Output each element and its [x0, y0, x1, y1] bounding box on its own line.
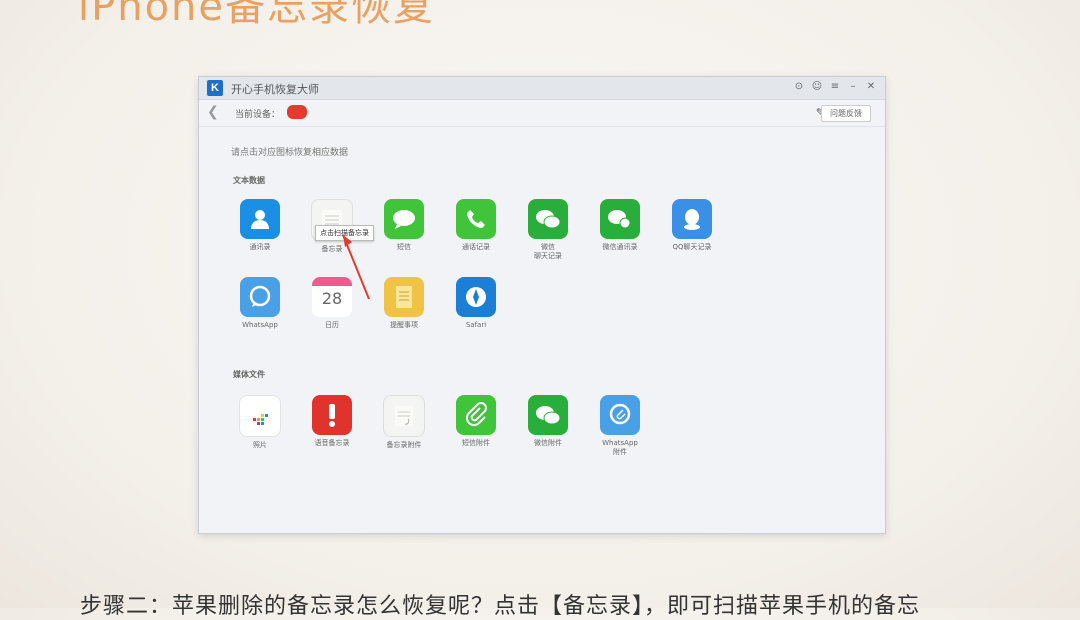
- app-label: QQ聊天记录: [672, 243, 712, 251]
- device-name-redacted: [287, 105, 307, 119]
- slide-caption: 步骤二：苹果删除的备忘录怎么恢复呢？点击【备忘录】，即可扫描苹果手机的备忘: [80, 594, 921, 619]
- skin-icon[interactable]: ⊙: [793, 81, 805, 92]
- app-whatsapp-attachment[interactable]: WhatsApp 附件: [587, 395, 653, 457]
- app-title: 开心手机恢复大师: [231, 83, 319, 96]
- app-whatsapp[interactable]: WhatsApp: [227, 277, 293, 330]
- attachment-icon: [456, 395, 496, 435]
- app-sms-attachment[interactable]: 短信附件: [443, 395, 509, 448]
- app-label: WhatsApp: [242, 321, 278, 329]
- phone-icon: [456, 199, 496, 239]
- app-label: 通话记录: [462, 243, 490, 251]
- app-label: 日历: [325, 321, 339, 329]
- app-label: 照片: [253, 441, 267, 449]
- feedback-button[interactable]: 问题反馈: [821, 105, 871, 122]
- notes-attachment-icon: [383, 395, 425, 437]
- safari-icon: [456, 277, 496, 317]
- section-media-files: 媒体文件: [233, 370, 265, 379]
- wechat-icon: [528, 199, 568, 239]
- app-label: 短信: [397, 243, 411, 251]
- red-arrow-annotation: [342, 234, 370, 300]
- whatsapp-attachment-icon: [600, 395, 640, 435]
- app-call-log[interactable]: 通话记录: [443, 199, 509, 252]
- title-bar: K 开心手机恢复大师 ⊙ ☺ ≡ – ✕: [199, 77, 885, 100]
- app-wechat-chat[interactable]: 微信 聊天记录: [515, 199, 581, 261]
- app-photos[interactable]: 照片: [227, 395, 293, 450]
- messages-icon: [384, 199, 424, 239]
- device-label: 当前设备：: [235, 110, 281, 120]
- app-safari[interactable]: Safari: [443, 277, 509, 330]
- app-label: 提醒事项: [390, 321, 418, 329]
- app-label: 短信附件: [462, 439, 490, 447]
- app-contacts[interactable]: 通讯录: [227, 199, 293, 252]
- wechat-contacts-icon: [600, 199, 640, 239]
- app-label: Safari: [465, 321, 487, 329]
- app-logo-icon: K: [207, 80, 223, 96]
- whatsapp-icon: [240, 277, 280, 317]
- close-icon[interactable]: ✕: [865, 81, 877, 92]
- app-label: 微信通讯录: [602, 243, 638, 251]
- app-wechat-contacts[interactable]: 微信通讯录: [587, 199, 653, 252]
- toolbar: ❮ 当前设备： ✎ 问题反馈: [199, 100, 885, 127]
- wechat-attachment-icon: [528, 395, 568, 435]
- window-controls: ⊙ ☺ ≡ – ✕: [793, 81, 877, 92]
- app-messages[interactable]: 短信: [371, 199, 437, 252]
- app-label: 语音备忘录: [314, 439, 350, 447]
- minimize-icon[interactable]: –: [847, 81, 859, 92]
- app-window: K 开心手机恢复大师 ⊙ ☺ ≡ – ✕ ❮ 当前设备： ✎ 问题反馈 请点击对…: [198, 76, 886, 534]
- qq-icon: [672, 199, 712, 239]
- app-wechat-attachment[interactable]: 微信附件: [515, 395, 581, 448]
- app-notes-attachment[interactable]: 备忘录附件: [371, 395, 437, 450]
- app-label: 微信 聊天记录: [534, 243, 562, 260]
- section-text-data: 文本数据: [233, 176, 265, 185]
- reminders-icon: [384, 277, 424, 317]
- voice-memo-icon: [312, 395, 352, 435]
- user-icon[interactable]: ☺: [811, 81, 823, 92]
- app-reminders[interactable]: 提醒事项: [371, 277, 437, 330]
- app-qq[interactable]: QQ聊天记录: [659, 199, 725, 252]
- contacts-icon: [240, 199, 280, 239]
- app-voice-memo[interactable]: 语音备忘录: [299, 395, 365, 448]
- app-label: 微信附件: [534, 439, 562, 447]
- back-arrow-icon[interactable]: ❮: [207, 104, 219, 120]
- app-label: WhatsApp 附件: [602, 439, 638, 456]
- app-label: 通讯录: [249, 243, 271, 251]
- slide-title: iPhone备忘录恢复: [78, 0, 436, 30]
- menu-icon[interactable]: ≡: [829, 81, 841, 92]
- instruction-hint: 请点击对应图标恢复相应数据: [231, 148, 349, 158]
- photos-icon: [239, 395, 281, 437]
- app-label: 备忘录附件: [386, 441, 422, 449]
